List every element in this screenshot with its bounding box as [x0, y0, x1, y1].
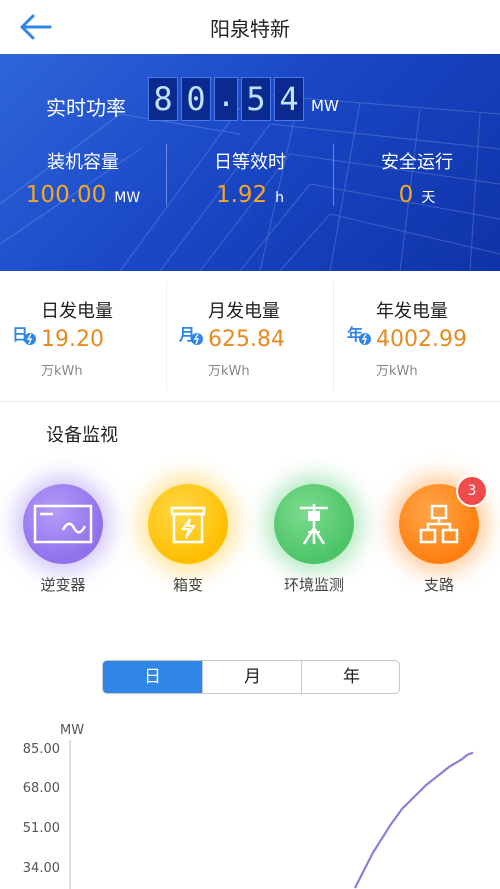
- stat-label: 装机容量: [47, 152, 119, 173]
- realtime-power-unit: MW: [311, 97, 339, 115]
- inverter-icon: [33, 504, 93, 544]
- tab-year[interactable]: 年: [302, 661, 399, 693]
- power-digit: 0: [181, 77, 211, 121]
- stat-unit: 天: [421, 190, 436, 206]
- stat-label: 日等效时: [214, 152, 286, 173]
- realtime-power-panel: 实时功率 8 0 . 5 4 MW 装机容量 100.00 MW 日等效时 1.9…: [0, 54, 500, 271]
- box-transformer-button[interactable]: [148, 484, 228, 564]
- safe-operation-stat: 安全运行 0天: [334, 146, 500, 216]
- generation-value: 625.84: [208, 327, 285, 352]
- year-energy-icon: 年: [347, 325, 371, 345]
- generation-unit: 万kWh: [376, 364, 418, 379]
- generation-title: 年发电量: [376, 301, 448, 322]
- device-label: 支路: [423, 576, 454, 594]
- power-digit: 4: [274, 77, 304, 121]
- generation-title: 月发电量: [208, 301, 280, 322]
- y-tick-label: 51.00: [23, 821, 60, 836]
- top-bar: 阳泉特新: [0, 0, 500, 54]
- y-tick-label: 85.00: [23, 742, 60, 757]
- section-divider: [0, 401, 500, 402]
- realtime-power-label: 实时功率: [46, 96, 126, 120]
- device-label: 逆变器: [40, 576, 86, 594]
- generation-value: 4002.99: [376, 327, 467, 352]
- y-axis-label: MW: [60, 723, 84, 738]
- stat-value: 100.00: [25, 182, 107, 208]
- yearly-generation[interactable]: 年发电量 年 4002.99 万kWh: [335, 271, 500, 401]
- device-label: 箱变: [172, 576, 203, 594]
- box-transformer-icon: [170, 506, 206, 544]
- period-tabs: 日 月 年: [102, 660, 400, 694]
- tab-day[interactable]: 日: [103, 661, 202, 693]
- power-decimal-point: .: [214, 77, 238, 121]
- page-title: 阳泉特新: [210, 17, 290, 41]
- device-monitor-title: 设备监视: [46, 425, 118, 446]
- generation-value: 19.20: [41, 327, 104, 352]
- power-line-chart: MW 85.00 68.00 51.00 34.00: [23, 723, 474, 889]
- y-tick-label: 68.00: [23, 781, 60, 796]
- day-energy-icon: 日: [12, 325, 36, 345]
- installed-capacity-stat: 装机容量 100.00 MW: [0, 146, 166, 216]
- divider: [333, 281, 334, 391]
- stat-unit: h: [275, 190, 285, 206]
- generation-unit: 万kWh: [41, 364, 83, 379]
- power-digit: 8: [148, 77, 178, 121]
- stat-unit: MW: [114, 190, 141, 206]
- inverter-button[interactable]: [23, 484, 103, 564]
- environment-monitor-button[interactable]: [274, 484, 354, 564]
- power-digit: 5: [241, 77, 271, 121]
- stat-value: 1.92: [215, 182, 268, 208]
- branch-alert-badge: 3: [456, 475, 488, 507]
- daily-generation[interactable]: 日发电量 日 19.20 万kWh: [0, 271, 166, 401]
- generation-summary: 日发电量 日 19.20 万kWh 月发电量 月 625.84 万kWh 年发电…: [0, 271, 500, 401]
- month-energy-icon: 月: [179, 325, 203, 345]
- y-tick-label: 34.00: [23, 861, 60, 876]
- stat-label: 安全运行: [381, 152, 453, 173]
- power-series-line: [354, 751, 474, 889]
- equivalent-hours-stat: 日等效时 1.92 h: [167, 146, 333, 216]
- device-label: 环境监测: [283, 576, 344, 594]
- tab-month[interactable]: 月: [203, 661, 302, 693]
- generation-title: 日发电量: [41, 301, 113, 322]
- generation-unit: 万kWh: [208, 364, 250, 379]
- monthly-generation[interactable]: 月发电量 月 625.84 万kWh: [167, 271, 333, 401]
- weather-station-icon: [300, 504, 328, 545]
- stat-value: 0: [398, 182, 414, 208]
